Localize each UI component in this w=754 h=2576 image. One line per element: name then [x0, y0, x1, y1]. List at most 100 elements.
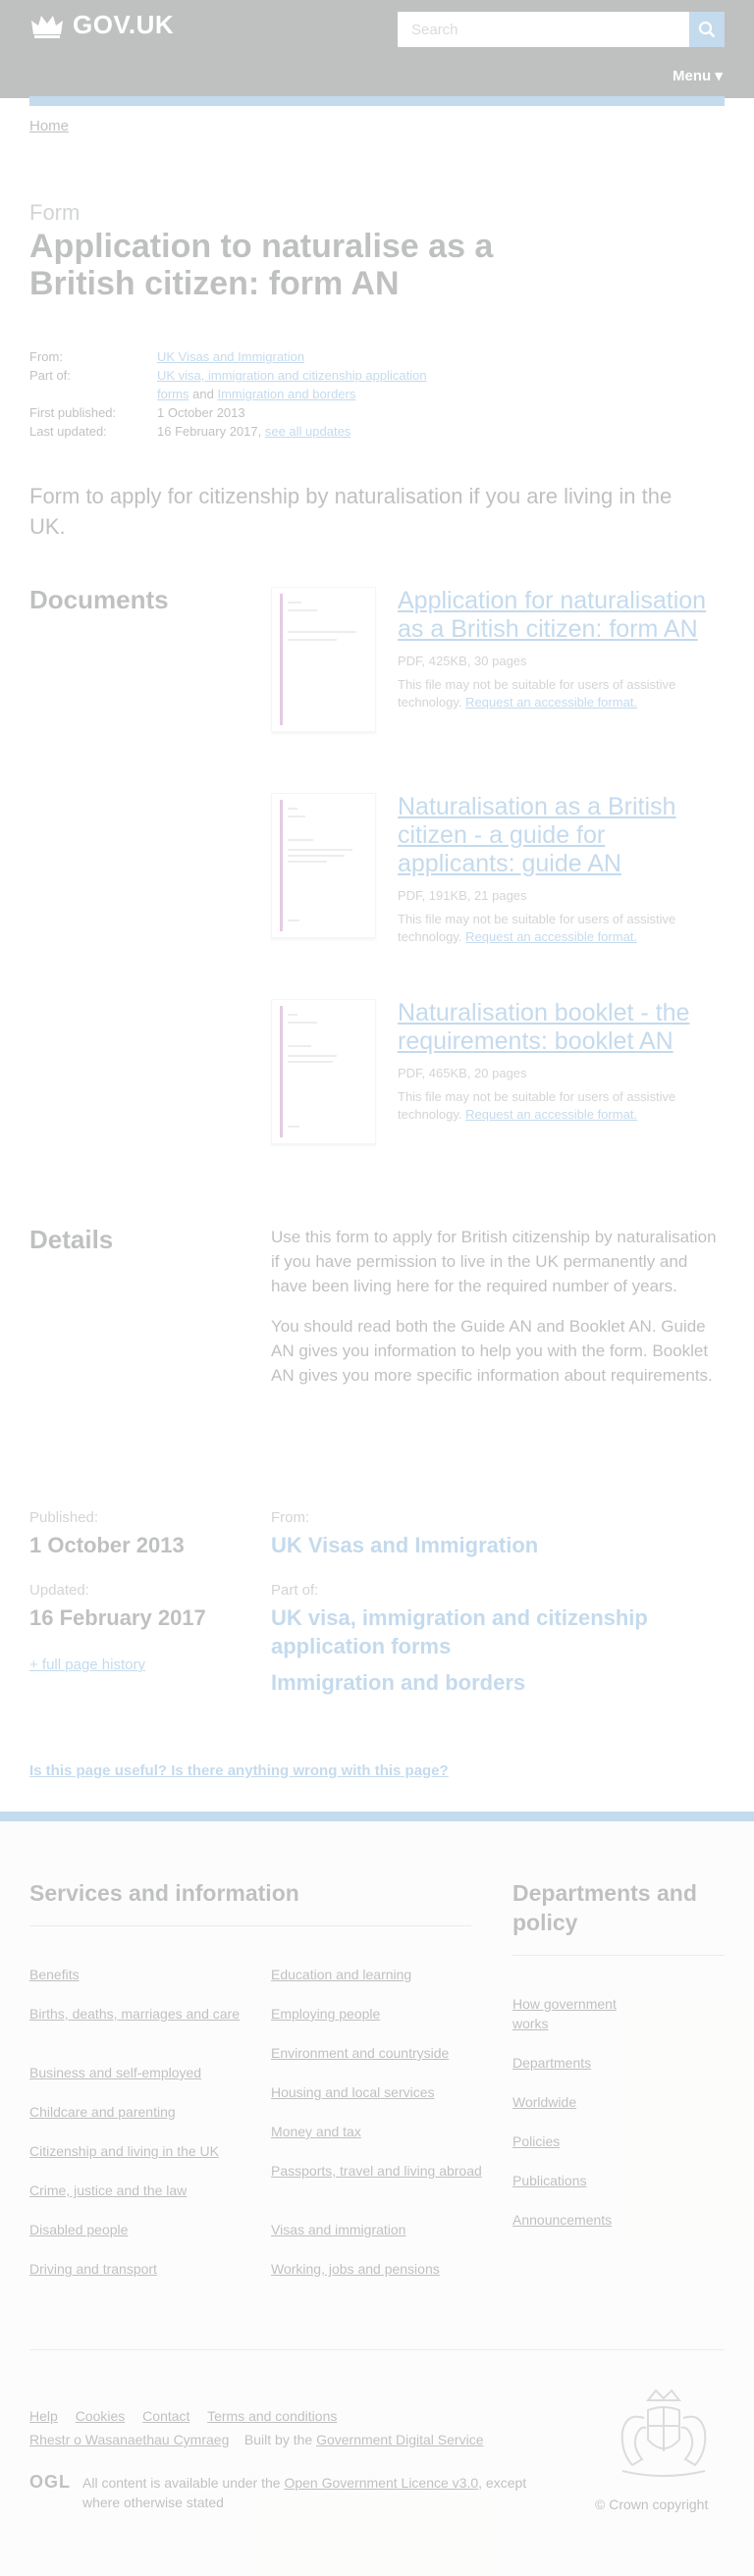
breadcrumb: Home — [29, 118, 69, 134]
services-heading: Services and information — [29, 1880, 299, 1906]
details-paragraph: You should read both the Guide AN and Bo… — [271, 1317, 713, 1385]
part-of-forms-link[interactable]: UK visa, immigration and citizenship app… — [271, 1603, 683, 1660]
terms-link[interactable]: Terms and conditions — [207, 2408, 337, 2424]
contact-link[interactable]: Contact — [142, 2408, 189, 2424]
built-by-text: Built by the — [243, 2432, 313, 2447]
footer-meta-links: Help Cookies Contact Terms and condition… — [29, 2408, 350, 2424]
footer-link[interactable]: Housing and local services — [271, 2082, 487, 2102]
updated-date: 16 February 2017 — [29, 1605, 206, 1630]
lead-paragraph: Form to apply for citizenship by natural… — [29, 484, 673, 539]
document-meta: PDF, 425KB, 30 pages — [398, 654, 527, 668]
footer-link[interactable]: Benefits — [29, 1965, 245, 1984]
breadcrumb-home-link[interactable]: Home — [29, 118, 69, 134]
search-icon — [698, 21, 716, 38]
footer-link[interactable]: Working, jobs and pensions — [271, 2259, 487, 2279]
site-header: GOV.UK Menu ▾ — [0, 0, 754, 98]
footer-link[interactable]: Policies — [512, 2131, 709, 2151]
from-label: From: — [271, 1509, 310, 1526]
cookies-link[interactable]: Cookies — [76, 2408, 126, 2424]
footer-link[interactable]: Money and tax — [271, 2122, 487, 2141]
meta-part-key: Part of: — [29, 368, 71, 383]
document-item: Naturalisation booklet - the requirement… — [271, 999, 725, 1176]
full-page-history-link[interactable]: + full page history — [29, 1656, 145, 1673]
divider — [29, 2349, 725, 2350]
document-thumbnail[interactable] — [271, 793, 376, 938]
meta-part-link-borders[interactable]: Immigration and borders — [217, 387, 355, 401]
open-government-licence-link[interactable]: Open Government Licence v3.0 — [284, 2475, 478, 2491]
divider — [29, 1925, 471, 1926]
document-meta: PDF, 191KB, 21 pages — [398, 888, 527, 903]
meta-updated-key: Last updated: — [29, 424, 107, 439]
document-thumbnail[interactable] — [271, 999, 376, 1144]
footer-link[interactable]: Education and learning — [271, 1965, 487, 1984]
footer-secondary-line: Rhestr o Wasanaethau Cymraeg Built by th… — [29, 2432, 483, 2447]
documents-heading: Documents — [29, 585, 169, 614]
from-org-link[interactable]: UK Visas and Immigration — [271, 1531, 538, 1559]
document-thumbnail[interactable] — [271, 587, 376, 732]
part-of-borders-link[interactable]: Immigration and borders — [271, 1668, 525, 1697]
footer-link[interactable]: Publications — [512, 2171, 709, 2190]
meta-part-and: and — [192, 387, 214, 401]
published-date: 1 October 2013 — [29, 1533, 185, 1557]
meta-updated-val: 16 February 2017, — [157, 424, 262, 439]
document-meta: PDF, 465KB, 20 pages — [398, 1066, 527, 1080]
departments-heading: Departments and policy — [512, 1880, 697, 1935]
footer-link[interactable]: Crime, justice and the law — [29, 2181, 245, 2200]
footer-link[interactable]: Departments — [512, 2053, 709, 2073]
footer-link[interactable]: Passports, travel and living abroad — [271, 2161, 487, 2181]
details-heading: Details — [29, 1225, 114, 1254]
page-caption: Form — [29, 200, 81, 225]
feedback-link[interactable]: Is this page useful? Is there anything w… — [29, 1762, 449, 1779]
divider — [512, 1955, 725, 1956]
footer-link[interactable]: Employing people — [271, 2004, 487, 2024]
search-button[interactable] — [689, 12, 725, 47]
welsh-services-link[interactable]: Rhestr o Wasanaethau Cymraeg — [29, 2432, 229, 2447]
request-accessible-format-link[interactable]: Request an accessible format. — [465, 929, 637, 944]
meta-first-key: First published: — [29, 405, 117, 420]
royal-coat-of-arms-icon — [620, 2389, 707, 2477]
published-label: Published: — [29, 1509, 99, 1526]
part-of-label: Part of: — [271, 1582, 319, 1599]
footer-link[interactable]: Childcare and parenting — [29, 2102, 245, 2122]
document-item: Naturalisation as a British citizen - a … — [271, 793, 725, 970]
request-accessible-format-link[interactable]: Request an accessible format. — [465, 695, 637, 710]
footer-link[interactable]: How government works — [512, 1994, 650, 2033]
updated-label: Updated: — [29, 1582, 89, 1599]
page-title: Application to naturalise as a British c… — [29, 228, 494, 302]
gds-link[interactable]: Government Digital Service — [316, 2432, 483, 2447]
request-accessible-format-link[interactable]: Request an accessible format. — [465, 1107, 637, 1122]
meta-from-link[interactable]: UK Visas and Immigration — [157, 349, 304, 364]
footer-link[interactable]: Visas and immigration — [271, 2220, 487, 2239]
document-title-link[interactable]: Naturalisation booklet - the requirement… — [398, 999, 689, 1055]
footer-link[interactable]: Births, deaths, marriages and care — [29, 2004, 245, 2024]
meta-from-key: From: — [29, 349, 63, 364]
header-accent-bar — [29, 96, 725, 106]
see-all-updates-link[interactable]: see all updates — [265, 424, 350, 439]
crown-icon — [31, 15, 63, 38]
search-form — [398, 12, 725, 47]
details-body: Use this form to apply for British citiz… — [271, 1225, 723, 1388]
footer-link[interactable]: Business and self-employed — [29, 2063, 245, 2082]
help-link[interactable]: Help — [29, 2408, 58, 2424]
logo-text: GOV.UK — [73, 10, 175, 39]
details-paragraph: Use this form to apply for British citiz… — [271, 1228, 717, 1295]
ogl-logo: OGL — [29, 2472, 71, 2492]
govuk-logo-link[interactable]: GOV.UK — [29, 10, 174, 40]
footer-link[interactable]: Announcements — [512, 2210, 709, 2230]
metadata: From: UK Visas and Immigration Part of: … — [29, 347, 452, 441]
footer-link[interactable]: Worldwide — [512, 2092, 709, 2112]
search-input[interactable] — [398, 12, 689, 47]
footer-link[interactable]: Environment and countryside — [271, 2043, 487, 2063]
crown-copyright-link[interactable]: © Crown copyright — [595, 2497, 708, 2512]
document-item: Application for naturalisation as a Brit… — [271, 587, 725, 763]
document-title-link[interactable]: Application for naturalisation as a Brit… — [398, 587, 706, 643]
licence-text: All content is available under the Open … — [82, 2473, 534, 2512]
meta-first-val: 1 October 2013 — [157, 405, 245, 420]
footer-link[interactable]: Disabled people — [29, 2220, 245, 2239]
menu-button[interactable]: Menu ▾ — [673, 67, 723, 84]
footer-link[interactable]: Citizenship and living in the UK — [29, 2141, 245, 2161]
footer-accent-bar — [0, 1812, 754, 1821]
document-title-link[interactable]: Naturalisation as a British citizen - a … — [398, 793, 675, 877]
licence-pre: All content is available under the — [82, 2475, 281, 2491]
footer-link[interactable]: Driving and transport — [29, 2259, 245, 2279]
